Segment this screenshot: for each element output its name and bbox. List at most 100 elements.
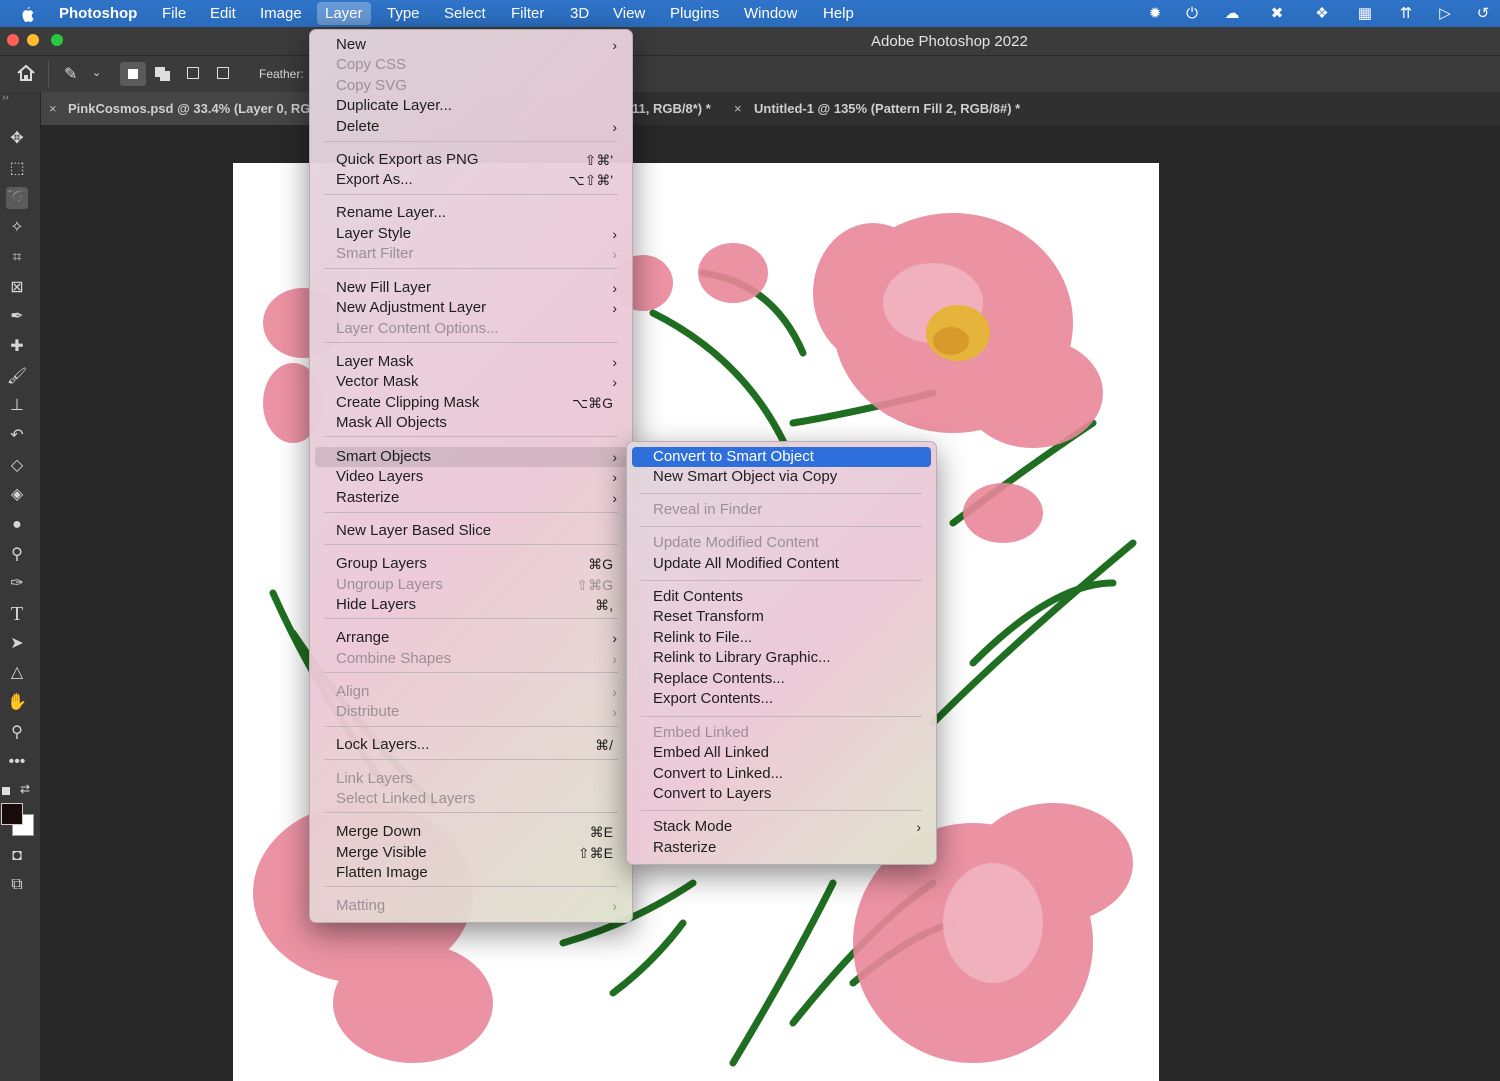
collapse-panel-icon[interactable]: ››	[2, 92, 9, 103]
eraser-tool-icon[interactable]: ◇	[6, 455, 28, 477]
play-circle-icon[interactable]: ▷	[1436, 5, 1454, 23]
menu-item-update-all-modified-content[interactable]: Update All Modified Content	[632, 554, 931, 574]
type-tool-icon[interactable]: T	[6, 603, 28, 625]
menu-window[interactable]: Window	[744, 5, 797, 22]
menu-item-create-clipping-mask[interactable]: Create Clipping Mask ⌥⌘G	[315, 393, 627, 413]
menu-plugins[interactable]: Plugins	[670, 5, 719, 22]
minimize-window-button[interactable]	[27, 34, 39, 46]
default-colors-icon[interactable]	[2, 787, 10, 795]
zoom-tool-icon[interactable]: ⚲	[6, 722, 28, 744]
menu-item-vector-mask[interactable]: Vector Mask ›	[315, 372, 627, 392]
menu-item-edit-contents[interactable]: Edit Contents	[632, 587, 931, 607]
menu-layer[interactable]: Layer	[317, 2, 371, 25]
menu-image[interactable]: Image	[260, 5, 302, 22]
chevron-down-icon[interactable]: ⌄	[92, 66, 101, 79]
frame-tool-icon[interactable]: ⊠	[6, 277, 28, 299]
close-tab-icon[interactable]: ×	[49, 92, 57, 125]
menu-item-relink-to-file[interactable]: Relink to File...	[632, 628, 931, 648]
close-tab-icon[interactable]: ×	[734, 92, 742, 125]
menu-item-new-adjustment-layer[interactable]: New Adjustment Layer ›	[315, 298, 627, 318]
app-status-icon[interactable]: ✖	[1268, 5, 1286, 23]
time-machine-icon[interactable]: ↺	[1474, 5, 1492, 23]
menu-item-export-contents[interactable]: Export Contents...	[632, 689, 931, 709]
cursor-utility-icon[interactable]: ⇈	[1397, 5, 1415, 23]
menu-item-delete[interactable]: Delete ›	[315, 117, 627, 137]
menu-item-rename-layer[interactable]: Rename Layer...	[315, 203, 627, 223]
brightness-icon[interactable]: ✹	[1146, 5, 1164, 23]
blur-tool-icon[interactable]: ●	[6, 514, 28, 536]
menu-item-merge-down[interactable]: Merge Down ⌘E	[315, 822, 627, 842]
menu-item-smart-objects[interactable]: Smart Objects ›	[315, 447, 627, 467]
marquee-tool-icon[interactable]: ⬚	[6, 158, 28, 180]
history-brush-tool-icon[interactable]: ↶	[6, 425, 28, 447]
menu-item-embed-all-linked[interactable]: Embed All Linked	[632, 743, 931, 763]
subtract-selection-icon[interactable]	[187, 67, 199, 79]
menu-item-new-fill-layer[interactable]: New Fill Layer ›	[315, 278, 627, 298]
more-tools-icon[interactable]: •••	[6, 751, 28, 773]
menu-3d[interactable]: 3D	[570, 5, 589, 22]
menu-item-rasterize[interactable]: Rasterize ›	[315, 488, 627, 508]
menu-type[interactable]: Type	[387, 5, 420, 22]
menu-item-duplicate-layer[interactable]: Duplicate Layer...	[315, 96, 627, 116]
menu-edit[interactable]: Edit	[210, 5, 236, 22]
lasso-tool-icon[interactable]: ➰	[6, 187, 28, 209]
tab-pinkcosmos[interactable]: × PinkCosmos.psd @ 33.4% (Layer 0, RG	[40, 92, 310, 125]
crop-tool-icon[interactable]: ⌗	[6, 247, 28, 269]
menu-file[interactable]: File	[162, 5, 186, 22]
healing-brush-tool-icon[interactable]: ✚	[6, 336, 28, 358]
menu-item-reset-transform[interactable]: Reset Transform	[632, 607, 931, 627]
path-selection-tool-icon[interactable]: ➤	[6, 633, 28, 655]
menu-item-export-as[interactable]: Export As... ⌥⇧⌘'	[315, 170, 627, 190]
quick-mask-icon[interactable]: ◘	[6, 845, 28, 867]
move-tool-icon[interactable]: ✥	[6, 128, 28, 150]
menu-item-layer-style[interactable]: Layer Style ›	[315, 224, 627, 244]
menu-select[interactable]: Select	[444, 5, 486, 22]
menu-view[interactable]: View	[613, 5, 645, 22]
screen-mode-icon[interactable]: ⧉	[6, 874, 28, 896]
menu-help[interactable]: Help	[823, 5, 854, 22]
pen-tool-icon[interactable]: ✑	[6, 573, 28, 595]
menu-item-convert-to-layers[interactable]: Convert to Layers	[632, 784, 931, 804]
dodge-tool-icon[interactable]: ⚲	[6, 544, 28, 566]
tab-untitled-1[interactable]: × Untitled-1 @ 135% (Pattern Fill 2, RGB…	[734, 92, 1054, 125]
menu-item-arrange[interactable]: Arrange ›	[315, 628, 627, 648]
menu-item-convert-to-linked[interactable]: Convert to Linked...	[632, 764, 931, 784]
menu-item-merge-visible[interactable]: Merge Visible ⇧⌘E	[315, 843, 627, 863]
zoom-window-button[interactable]	[51, 34, 63, 46]
brush-tool-icon[interactable]: 🖌	[6, 366, 28, 388]
lasso-tool-preset-icon[interactable]: ✎	[64, 64, 77, 84]
menu-item-hide-layers[interactable]: Hide Layers ⌘,	[315, 595, 627, 615]
paint-bucket-tool-icon[interactable]: ◈	[6, 484, 28, 506]
dropbox-icon[interactable]: ❖	[1313, 5, 1331, 23]
intersect-selection-icon[interactable]	[217, 67, 229, 79]
menu-item-rasterize[interactable]: Rasterize	[632, 838, 931, 858]
tab-document-2[interactable]: 11, RGB/8*) *	[632, 92, 722, 125]
menu-item-lock-layers[interactable]: Lock Layers... ⌘/	[315, 735, 627, 755]
swap-colors-icon[interactable]: ⇄	[20, 782, 30, 796]
clone-stamp-tool-icon[interactable]: ⊥	[6, 395, 28, 417]
hand-tool-icon[interactable]: ✋	[6, 692, 28, 714]
apple-icon[interactable]	[18, 5, 36, 23]
shape-tool-icon[interactable]: △	[6, 662, 28, 684]
new-selection-button[interactable]	[120, 62, 146, 86]
close-window-button[interactable]	[7, 34, 19, 46]
eyedropper-tool-icon[interactable]: ✒	[6, 306, 28, 328]
menu-item-flatten-image[interactable]: Flatten Image	[315, 863, 627, 883]
menu-photoshop[interactable]: Photoshop	[59, 5, 137, 22]
window-layout-icon[interactable]: ▦	[1356, 5, 1374, 23]
home-icon[interactable]	[16, 64, 38, 84]
menu-item-quick-export-as-png[interactable]: Quick Export as PNG ⇧⌘'	[315, 150, 627, 170]
power-icon[interactable]: ⏻	[1183, 5, 1201, 23]
menu-item-new-layer-based-slice[interactable]: New Layer Based Slice	[315, 521, 627, 541]
menu-item-convert-to-smart-object[interactable]: Convert to Smart Object	[632, 447, 931, 467]
magic-wand-tool-icon[interactable]: ✧	[6, 217, 28, 239]
menu-item-replace-contents[interactable]: Replace Contents...	[632, 669, 931, 689]
menu-item-new-smart-object-via-copy[interactable]: New Smart Object via Copy	[632, 467, 931, 487]
menu-item-layer-mask[interactable]: Layer Mask ›	[315, 352, 627, 372]
creative-cloud-icon[interactable]: ☁	[1223, 5, 1241, 23]
menu-item-group-layers[interactable]: Group Layers ⌘G	[315, 554, 627, 574]
menu-item-new[interactable]: New ›	[315, 35, 627, 55]
menu-filter[interactable]: Filter	[511, 5, 544, 22]
foreground-color-swatch[interactable]	[1, 803, 23, 825]
menu-item-mask-all-objects[interactable]: Mask All Objects	[315, 413, 627, 433]
